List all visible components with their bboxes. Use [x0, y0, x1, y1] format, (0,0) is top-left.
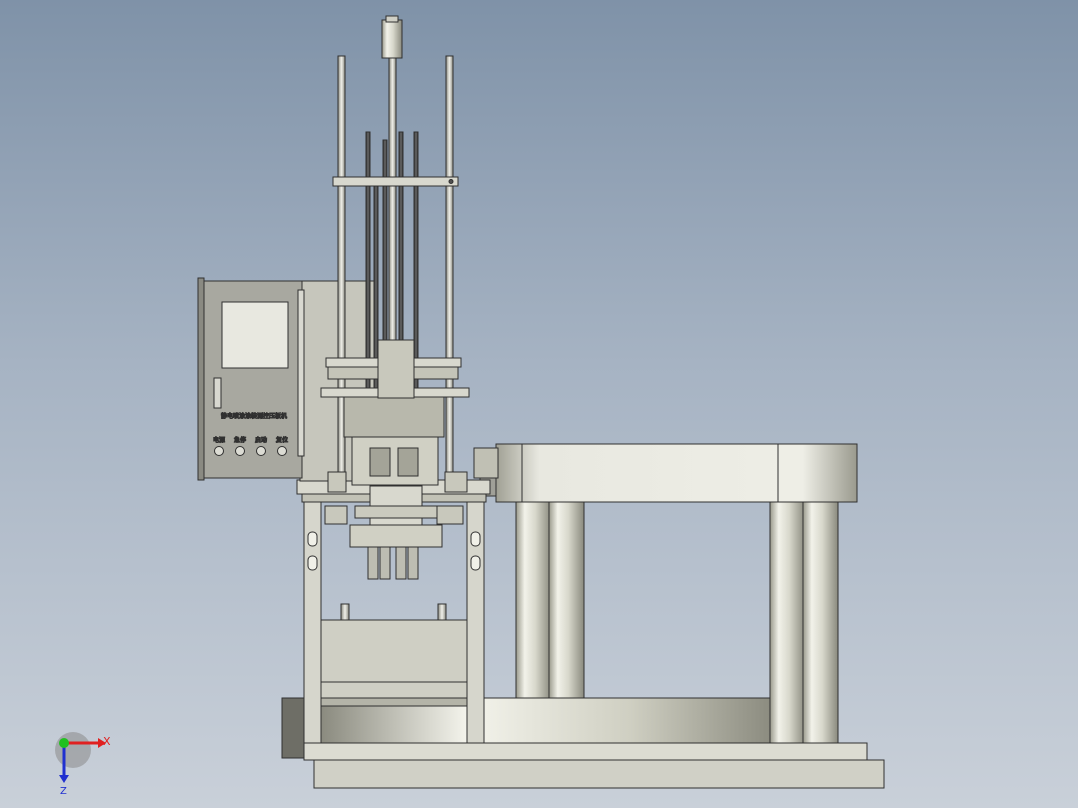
upper-die-plate — [495, 443, 858, 503]
panel-button-label-3: 启动 — [255, 436, 267, 444]
panel-button-label-4: 复位 — [276, 436, 288, 444]
y-axis-dot — [59, 738, 69, 748]
panel-button-label-2: 急停 — [234, 436, 246, 444]
x-axis-label: X — [103, 735, 111, 748]
side-cylinder-right — [444, 471, 468, 493]
panel-button-label-1: 电源 — [213, 436, 225, 444]
clamp-block — [351, 436, 439, 486]
bottom-base-plate — [313, 759, 885, 789]
pillar-left-front — [548, 501, 585, 699]
panel-button-4 — [277, 446, 287, 456]
guide-rod-center — [388, 55, 397, 357]
panel-button-2 — [235, 446, 245, 456]
hmi-screen — [221, 301, 289, 369]
gripper-finger-1 — [367, 546, 379, 580]
panel-button-1 — [214, 446, 224, 456]
guide-rod-right — [445, 55, 454, 487]
cad-viewport[interactable]: 静电喷涂涂装测控压板机 电源 急停 启动 复位 X Z — [0, 0, 1078, 808]
panel-title: 静电喷涂涂装测控压板机 — [221, 412, 287, 420]
lower-die-block — [320, 619, 468, 699]
triad-origin-shadow — [55, 732, 91, 768]
gripper-finger-2 — [379, 546, 391, 580]
pillar-right-rear — [769, 501, 806, 744]
side-cylinder-left — [327, 471, 347, 493]
machine-drawing: 静电喷涂涂装测控压板机 电源 急停 启动 复位 — [197, 15, 885, 789]
upper-crossbar — [332, 176, 459, 187]
gripper-finger-3 — [395, 546, 407, 580]
key-switch — [213, 377, 222, 409]
panel-button-3 — [256, 446, 266, 456]
z-axis-label: Z — [60, 786, 67, 797]
upper-base-plate — [303, 742, 868, 761]
axis-triad: X Z — [55, 732, 111, 797]
gripper-finger-4 — [407, 546, 419, 580]
guide-post-left — [340, 603, 350, 621]
top-cylinder — [381, 19, 403, 59]
base-left-block — [281, 697, 305, 759]
pillar-left-rear — [515, 501, 552, 699]
guide-post-right — [437, 603, 447, 621]
pillar-right-front — [802, 501, 839, 744]
